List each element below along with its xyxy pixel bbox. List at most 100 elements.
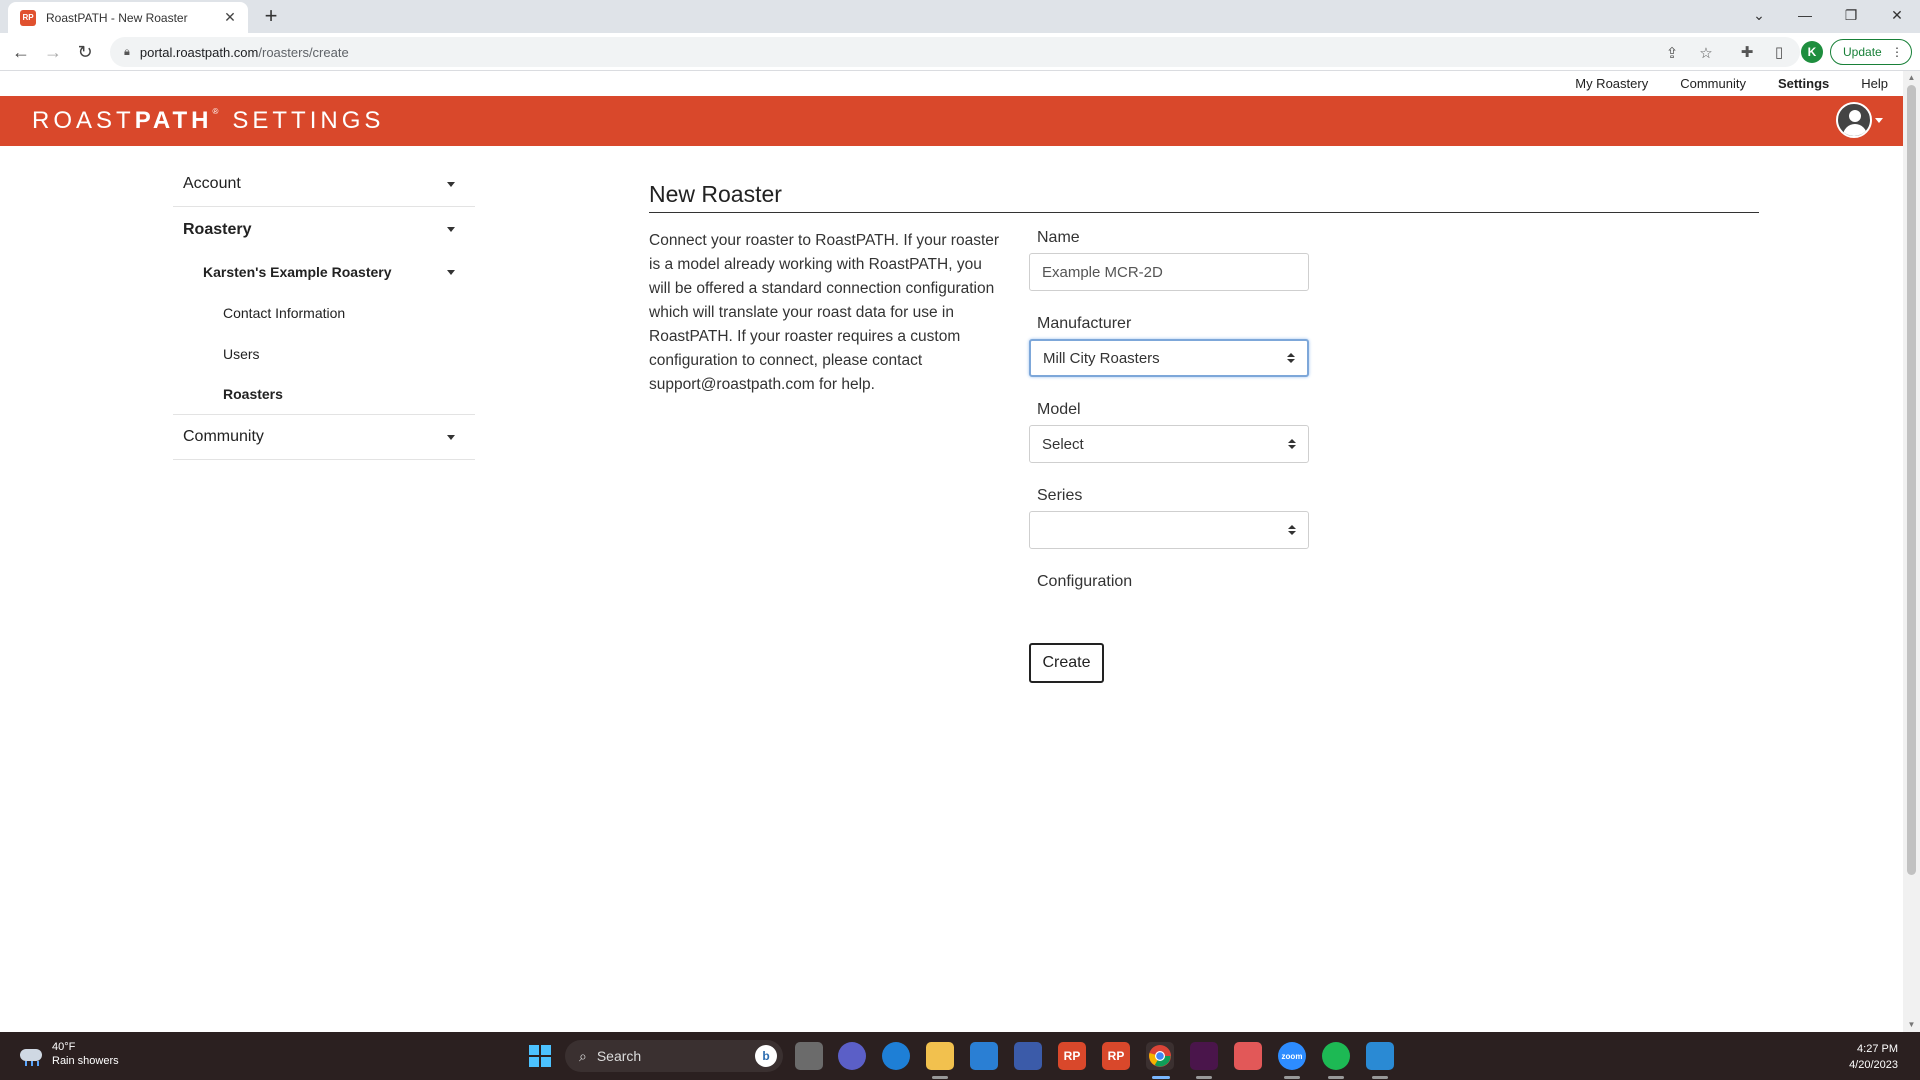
caret-down-icon — [447, 434, 455, 440]
browser-tab-strip: RP RoastPATH - New Roaster ✕ + ⌄ — ❐ ✕ — [0, 0, 1920, 33]
url-host: portal.roastpath.com — [139, 44, 259, 60]
create-button[interactable]: Create — [1029, 643, 1104, 683]
forward-arrow-icon[interactable]: → — [40, 39, 66, 65]
caret-down-icon — [447, 227, 455, 232]
user-menu[interactable] — [1836, 102, 1883, 138]
weather-description: Rain showers — [52, 1055, 119, 1067]
page-viewport: My Roastery Community Settings Help ROAS… — [0, 71, 1903, 1032]
tab-search-chevron-icon[interactable]: ⌄ — [1736, 0, 1782, 30]
roastpath-app-icon[interactable]: RP — [1058, 1042, 1086, 1070]
select-arrows-icon — [1288, 439, 1296, 449]
zoom-icon[interactable]: zoom — [1278, 1042, 1306, 1070]
nav-my-roastery[interactable]: My Roastery — [1575, 76, 1648, 91]
sidebar-item-roastery[interactable]: Roastery — [173, 207, 475, 252]
scroll-up-arrow-icon[interactable]: ▲ — [1903, 71, 1920, 85]
scrollbar-thumb[interactable] — [1907, 85, 1916, 875]
share-icon[interactable]: ⇪ — [1660, 41, 1684, 65]
sidebar-item-roasters[interactable]: Roasters — [173, 374, 475, 415]
manufacturer-label: Manufacturer — [1037, 315, 1132, 332]
app-icon[interactable] — [1366, 1042, 1394, 1070]
mail-icon[interactable] — [970, 1042, 998, 1070]
running-indicator — [1284, 1076, 1300, 1079]
user-avatar-icon — [1836, 102, 1872, 138]
model-select[interactable]: Select — [1029, 425, 1309, 463]
slack-icon[interactable] — [1190, 1042, 1218, 1070]
manufacturer-selected-value: Mill City Roasters — [1043, 349, 1160, 367]
new-roaster-form: Name Manufacturer Mill City Roasters Mod… — [1029, 229, 1309, 683]
roaster-description: Connect your roaster to RoastPATH. If yo… — [649, 232, 1000, 393]
reload-icon[interactable]: ↻ — [72, 39, 98, 65]
running-indicator — [1196, 1076, 1212, 1079]
sidebar-item-roastery-name[interactable]: Karsten's Example Roastery — [173, 252, 475, 292]
clock-time: 4:27 PM — [1857, 1043, 1898, 1055]
configuration-label: Configuration — [1037, 573, 1133, 590]
app-icon[interactable] — [1234, 1042, 1262, 1070]
name-label: Name — [1037, 229, 1080, 246]
update-label: Update — [1843, 45, 1882, 59]
teams-chat-icon[interactable] — [838, 1042, 866, 1070]
running-indicator — [1152, 1076, 1170, 1079]
browser-toolbar: ← → ↻ 🔒︎ portal.roastpath.com/roasters/c… — [0, 33, 1920, 71]
spotify-icon[interactable] — [1322, 1042, 1350, 1070]
address-bar[interactable]: 🔒︎ portal.roastpath.com/roasters/create … — [110, 37, 1800, 67]
url-path: /roasters/create — [258, 44, 349, 60]
name-input-wrapper — [1029, 253, 1309, 291]
windows-start-icon[interactable] — [526, 1042, 554, 1070]
name-input[interactable] — [1042, 263, 1296, 281]
windows-taskbar: 40°F Rain showers ⌕ Search b RP RP zoom … — [0, 1032, 1920, 1080]
nav-help[interactable]: Help — [1861, 76, 1888, 91]
restore-button[interactable]: ❐ — [1828, 0, 1874, 30]
taskbar-search[interactable]: ⌕ Search b — [565, 1040, 783, 1072]
series-select[interactable] — [1029, 511, 1309, 549]
search-icon: ⌕ — [579, 1047, 587, 1064]
section-title: SETTINGS — [232, 107, 385, 134]
bing-icon: b — [755, 1045, 777, 1067]
task-view-icon[interactable] — [795, 1042, 823, 1070]
settings-sidebar: Account Roastery Karsten's Example Roast… — [173, 162, 475, 460]
file-explorer-icon[interactable] — [926, 1042, 954, 1070]
running-indicator — [1372, 1076, 1388, 1079]
scroll-down-arrow-icon[interactable]: ▼ — [1903, 1018, 1920, 1032]
roastpath-favicon-icon: RP — [20, 9, 36, 26]
bookmark-star-icon[interactable]: ☆ — [1694, 41, 1718, 65]
model-label: Model — [1037, 401, 1081, 418]
update-button[interactable]: Update ⋮ — [1830, 39, 1912, 65]
header-banner: ROASTPATH® SETTINGS — [0, 96, 1903, 146]
sidebar-item-contact-information[interactable]: Contact Information — [173, 292, 475, 333]
caret-down-icon — [447, 269, 455, 275]
page-title: New Roaster — [649, 181, 782, 207]
more-vert-icon: ⋮ — [1891, 45, 1903, 59]
sidebar-item-account[interactable]: Account — [173, 162, 475, 207]
side-panel-icon[interactable]: ▯ — [1767, 40, 1791, 64]
weather-widget[interactable]: 40°F Rain showers — [18, 1040, 119, 1069]
manufacturer-select[interactable]: Mill City Roasters — [1029, 339, 1309, 377]
minimize-button[interactable]: — — [1782, 0, 1828, 30]
select-arrows-icon — [1287, 353, 1295, 363]
sidebar-item-users[interactable]: Users — [173, 333, 475, 374]
chrome-icon[interactable] — [1146, 1042, 1174, 1070]
nav-settings[interactable]: Settings — [1778, 76, 1829, 91]
browser-tab-active[interactable]: RP RoastPATH - New Roaster ✕ — [8, 2, 248, 33]
profile-avatar[interactable]: K — [1801, 41, 1823, 63]
roastpath-logo[interactable]: ROASTPATH® SETTINGS — [32, 107, 384, 135]
caret-down-icon — [447, 181, 455, 187]
back-arrow-icon[interactable]: ← — [8, 39, 34, 65]
roastpath-app-icon[interactable]: RP — [1102, 1042, 1130, 1070]
system-clock[interactable]: 4:27 PM 4/20/2023 — [1849, 1041, 1898, 1073]
extensions-puzzle-icon[interactable]: ✚ — [1735, 40, 1759, 64]
app-icon[interactable] — [1014, 1042, 1042, 1070]
model-selected-value: Select — [1042, 435, 1084, 453]
series-label: Series — [1037, 487, 1083, 504]
page-scrollbar[interactable]: ▲ ▼ — [1903, 71, 1920, 1032]
caret-down-icon — [1875, 117, 1883, 123]
tab-title: RoastPATH - New Roaster — [46, 10, 188, 25]
sidebar-item-community[interactable]: Community — [173, 415, 475, 460]
lock-icon: 🔒︎ — [124, 45, 130, 58]
nav-community[interactable]: Community — [1680, 76, 1746, 91]
running-indicator — [1328, 1076, 1344, 1079]
tab-close-icon[interactable]: ✕ — [222, 9, 238, 26]
edge-icon[interactable] — [882, 1042, 910, 1070]
clock-date: 4/20/2023 — [1849, 1059, 1898, 1071]
new-tab-button[interactable]: + — [258, 4, 284, 30]
close-window-button[interactable]: ✕ — [1874, 0, 1920, 30]
